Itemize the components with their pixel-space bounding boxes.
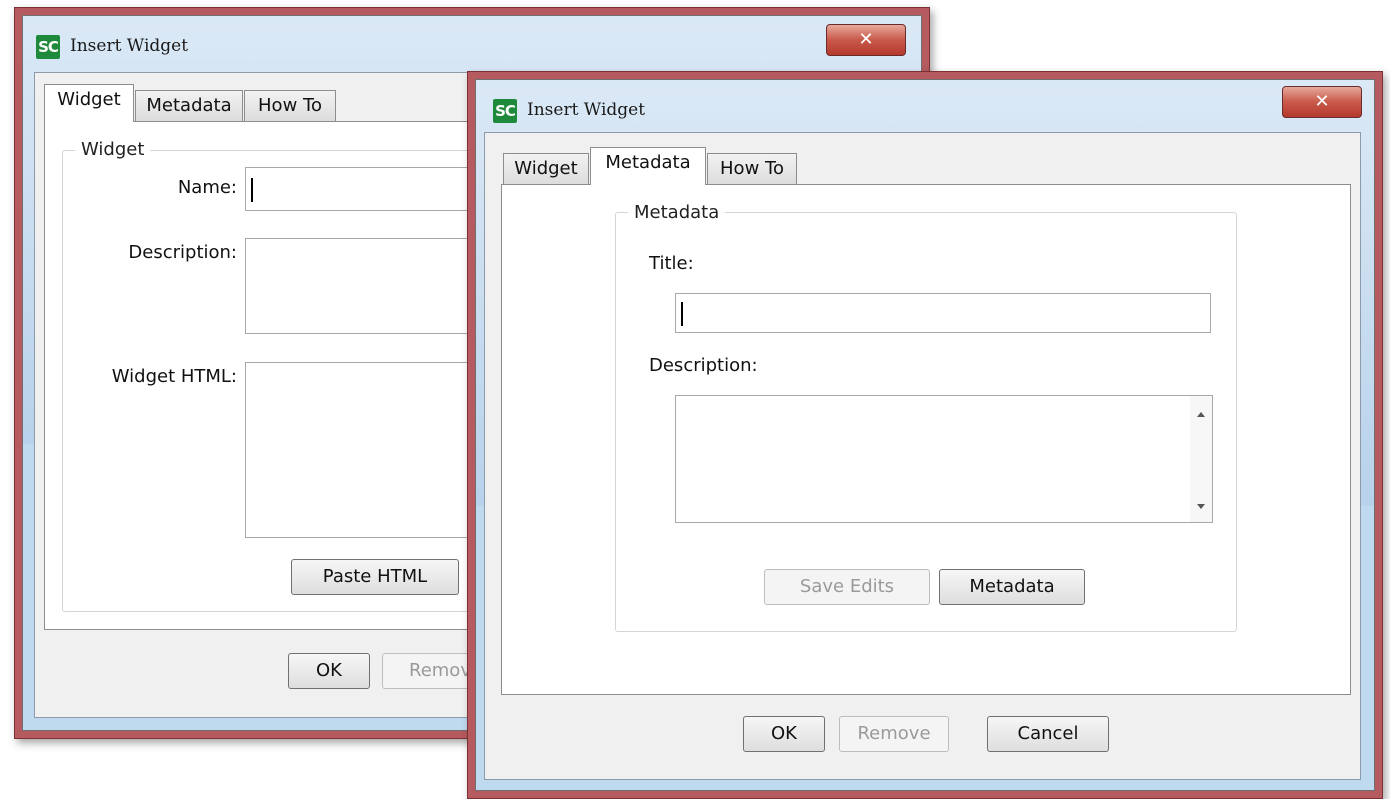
tab-how-to[interactable]: How To [707, 153, 797, 185]
tab-widget[interactable]: Widget [503, 153, 589, 185]
back-close-button[interactable]: ✕ [826, 24, 906, 56]
metadata-tab-panel: Metadata Title: Description: Save Edits … [501, 184, 1351, 695]
widget-html-label: Widget HTML: [111, 366, 237, 387]
front-window-title: Insert Widget [527, 100, 646, 120]
name-label: Name: [177, 177, 237, 198]
sc-app-icon: SC [36, 35, 60, 59]
back-window-title: Insert Widget [70, 36, 189, 56]
tab-widget[interactable]: Widget [44, 84, 134, 122]
tab-metadata[interactable]: Metadata [135, 90, 243, 122]
tab-metadata[interactable]: Metadata [590, 147, 706, 185]
back-ok-button[interactable]: OK [288, 653, 370, 689]
metadata-button[interactable]: Metadata [939, 569, 1085, 605]
textarea-scrollbar[interactable] [1190, 396, 1212, 522]
description-label: Description: [128, 242, 237, 263]
front-client-area: Widget Metadata How To Metadata Title: D… [484, 132, 1361, 780]
metadata-group-label: Metadata [628, 202, 726, 223]
scroll-up-arrow-icon[interactable] [1197, 412, 1205, 417]
front-title-bar[interactable]: SC Insert Widget ✕ [476, 80, 1374, 128]
widget-group-label: Widget [75, 139, 151, 160]
cancel-button[interactable]: Cancel [987, 716, 1109, 752]
title-label: Title: [649, 253, 694, 274]
tab-how-to[interactable]: How To [244, 90, 336, 122]
paste-html-button[interactable]: Paste HTML [291, 559, 459, 595]
front-remove-button[interactable]: Remove [839, 716, 949, 752]
back-title-bar[interactable]: SC Insert Widget ✕ [23, 16, 921, 64]
sc-app-icon: SC [493, 99, 517, 123]
front-dialog-window: SC Insert Widget ✕ Widget Metadata How T… [475, 79, 1375, 791]
save-edits-button[interactable]: Save Edits [764, 569, 930, 605]
front-ok-button[interactable]: OK [743, 716, 825, 752]
title-input[interactable] [675, 293, 1211, 333]
scroll-down-arrow-icon[interactable] [1197, 504, 1205, 509]
description-textarea[interactable] [675, 395, 1213, 523]
front-close-button[interactable]: ✕ [1282, 86, 1362, 118]
description-label: Description: [649, 355, 758, 376]
text-caret [681, 302, 683, 326]
text-caret [251, 178, 253, 202]
